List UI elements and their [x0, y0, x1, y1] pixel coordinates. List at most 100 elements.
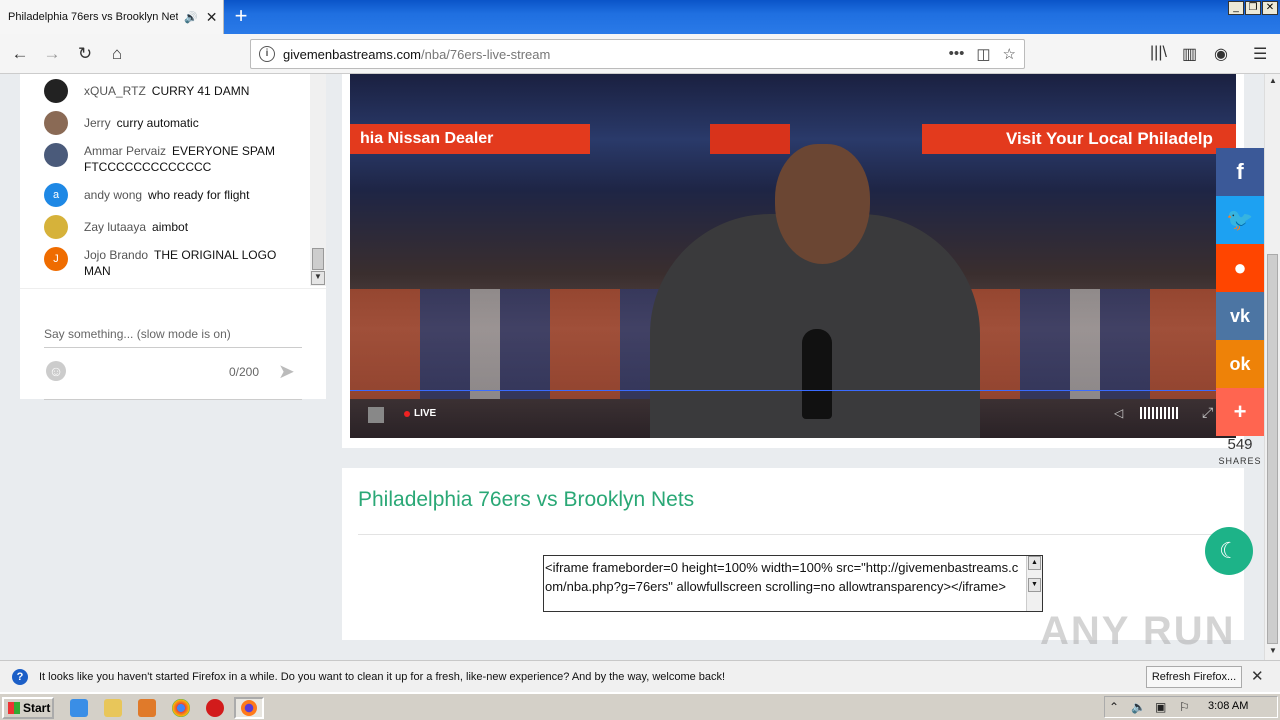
close-tab-icon[interactable]: ✕: [206, 9, 218, 26]
chrome-icon[interactable]: [172, 699, 190, 717]
page-content: xQUA_RTZ CURRY 41 DAMN Jerry curry automat…: [0, 74, 1264, 660]
vk-share-button[interactable]: vk: [1216, 292, 1264, 340]
share-label: SHARES: [1218, 456, 1262, 466]
stop-button[interactable]: [368, 407, 384, 423]
send-icon[interactable]: ➤: [278, 359, 295, 384]
back-button[interactable]: ←: [6, 40, 34, 68]
avatar: J: [44, 247, 68, 271]
chat-bubble-button[interactable]: ☾: [1205, 527, 1253, 575]
watermark: ANY RUN: [1040, 609, 1236, 653]
bookmark-star-icon[interactable]: ☆: [1003, 45, 1016, 63]
scroll-up-icon[interactable]: ▲: [1028, 556, 1041, 570]
folder-icon[interactable]: [104, 699, 122, 717]
reload-button[interactable]: ↻: [71, 40, 99, 68]
firefox-icon: [241, 700, 257, 716]
tray-arrow-icon[interactable]: ⌃: [1109, 700, 1119, 714]
library-icon[interactable]: |||\: [1150, 44, 1167, 62]
live-indicator: LIVE: [404, 408, 436, 419]
chat-scroll-down-icon[interactable]: ▼: [311, 271, 325, 285]
scroll-down-icon[interactable]: ▼: [1028, 578, 1041, 592]
chat-message: Zay lutaaya aimbot: [44, 215, 294, 239]
video-player[interactable]: hia Nissan Dealer Visit Your Local Phila…: [350, 74, 1236, 438]
facebook-share-button[interactable]: f: [1216, 148, 1264, 196]
arena-banner-logo: [710, 124, 790, 154]
chat-message: xQUA_RTZ CURRY 41 DAMN: [44, 79, 294, 103]
sidebar-icon[interactable]: ▥: [1182, 44, 1197, 64]
network-icon[interactable]: ▣: [1155, 700, 1166, 714]
volume-tray-icon[interactable]: 🔈: [1131, 700, 1146, 714]
tab-strip: Philadelphia 76ers vs Brooklyn Nets 🔊 ✕ …: [0, 0, 1280, 34]
scroll-up-icon[interactable]: ▲: [1265, 76, 1280, 90]
system-tray: ⌃ 🔈 ▣ ⚐: [1104, 696, 1278, 718]
menu-icon[interactable]: ☰: [1253, 44, 1267, 64]
embed-code-textarea[interactable]: <iframe frameborder=0 height=100% width=…: [543, 555, 1043, 612]
close-window-button[interactable]: ✕: [1262, 1, 1278, 15]
odnoklassniki-share-button[interactable]: ok: [1216, 340, 1264, 388]
avatar: [44, 111, 68, 135]
start-label: Start: [23, 701, 51, 715]
embed-scrollbar[interactable]: ▲ ▼: [1026, 556, 1042, 611]
info-icon[interactable]: i: [259, 46, 275, 62]
chat-message: Jerry curry automatic: [44, 111, 294, 135]
opera-icon[interactable]: [206, 699, 224, 717]
avatar: [44, 143, 68, 167]
close-icon[interactable]: ✕: [1251, 667, 1264, 685]
more-share-button[interactable]: +: [1216, 388, 1264, 436]
avatar: [44, 215, 68, 239]
restore-button[interactable]: ❐: [1245, 1, 1261, 15]
chat-text: aimbot: [152, 220, 189, 234]
divider: [358, 534, 1228, 535]
account-icon[interactable]: ◉: [1214, 44, 1228, 64]
chat-message: J Jojo Brando THE ORIGINAL LOGO MAN: [44, 247, 294, 279]
page-scrollbar[interactable]: ▲ ▼: [1264, 74, 1280, 660]
notification-bar: ? It looks like you haven't started Fire…: [0, 660, 1280, 692]
twitter-share-button[interactable]: 🐦: [1216, 196, 1264, 244]
video-card: hia Nissan Dealer Visit Your Local Phila…: [342, 74, 1244, 448]
live-dot-icon: [404, 410, 410, 417]
chat-messages: xQUA_RTZ CURRY 41 DAMN Jerry curry automat…: [20, 74, 310, 286]
microphone: [802, 329, 832, 419]
flag-icon[interactable]: ⚐: [1179, 700, 1190, 714]
divider: [44, 399, 302, 400]
fullscreen-icon[interactable]: ⤢: [1202, 404, 1213, 421]
home-button[interactable]: ⌂: [103, 40, 131, 68]
chat-message: a andy wong who ready for flight: [44, 183, 294, 207]
chat-scroll-thumb[interactable]: [312, 248, 324, 270]
volume-icon[interactable]: ◁: [1114, 406, 1123, 420]
chat-text: curry automatic: [116, 116, 199, 130]
share-bar: f 🐦 ● vk ok +: [1216, 148, 1264, 436]
speaker-icon[interactable]: 🔊: [184, 11, 198, 24]
chat-text: CURRY 41 DAMN: [151, 84, 250, 98]
scroll-down-icon[interactable]: ▼: [1265, 646, 1280, 660]
taskbar: Start ⌃ 🔈 ▣ ⚐ 3:08 AM: [0, 692, 1280, 720]
avatar: a: [44, 183, 68, 207]
chat-author: Jojo Brando: [84, 248, 149, 262]
media-player-icon[interactable]: [138, 699, 156, 717]
url-bar[interactable]: i givemenbastreams.com/nba/76ers-live-st…: [250, 39, 1025, 69]
chat-author: xQUA_RTZ: [84, 84, 146, 98]
arena-banner: hia Nissan Dealer: [350, 124, 590, 154]
new-tab-button[interactable]: +: [228, 3, 254, 29]
page-scroll-thumb[interactable]: [1267, 254, 1278, 644]
progress-bar[interactable]: [350, 390, 1236, 391]
reddit-share-button[interactable]: ●: [1216, 244, 1264, 292]
url-path: /nba/76ers-live-stream: [421, 46, 551, 62]
windows-logo-icon: [8, 702, 20, 714]
chat-input[interactable]: Say something... (slow mode is on): [44, 327, 302, 348]
chat-author: Ammar Pervaiz: [84, 144, 167, 158]
chat-scrollbar[interactable]: ▼: [310, 74, 326, 286]
minimize-button[interactable]: _: [1228, 1, 1244, 15]
start-button[interactable]: Start: [2, 697, 54, 719]
forward-button[interactable]: →: [38, 40, 66, 68]
chat-author: Jerry: [84, 116, 111, 130]
refresh-firefox-button[interactable]: Refresh Firefox...: [1146, 666, 1242, 688]
pocket-icon[interactable]: ◫: [976, 45, 990, 63]
emoji-icon[interactable]: ☺: [46, 361, 66, 381]
volume-slider[interactable]: [1140, 407, 1178, 419]
tab-title: Philadelphia 76ers vs Brooklyn Nets: [8, 11, 178, 23]
share-count: 549: [1227, 436, 1253, 453]
firefox-taskbar-button[interactable]: [234, 697, 264, 719]
browser-tab[interactable]: Philadelphia 76ers vs Brooklyn Nets 🔊 ✕: [0, 0, 224, 34]
ie-icon[interactable]: [70, 699, 88, 717]
page-actions-icon[interactable]: •••: [949, 45, 965, 63]
